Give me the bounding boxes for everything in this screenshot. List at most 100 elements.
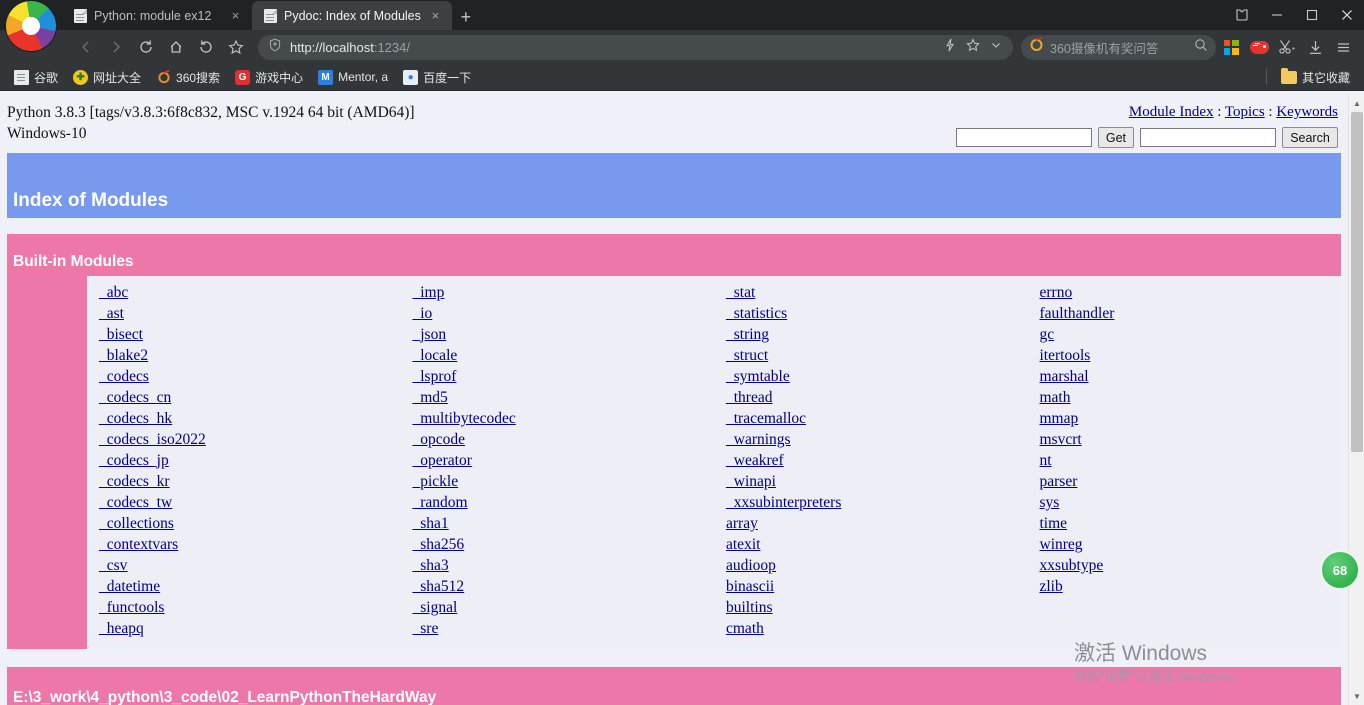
module-link[interactable]: parser [1040,471,1342,492]
new-tab-button[interactable]: + [452,4,480,30]
module-link[interactable]: _heapq [99,618,401,639]
module-link[interactable]: cmath [726,618,1028,639]
module-link[interactable]: _contextvars [99,534,401,555]
module-link[interactable]: _csv [99,555,401,576]
get-button[interactable]: Get [1097,127,1134,148]
reload-icon[interactable] [132,33,160,61]
module-link[interactable]: xxsubtype [1040,555,1342,576]
search-input[interactable]: 360摄像机有奖问答 [1021,34,1216,60]
menu-icon[interactable] [1330,34,1356,60]
bookmark-other-folder[interactable]: 其它收藏 [1275,67,1356,88]
module-link[interactable]: _imp [413,282,715,303]
bookmark-hao123[interactable]: ✚ 网址大全 [67,67,147,88]
close-icon[interactable]: × [228,8,243,23]
bookmark-mentor[interactable]: M Mentor, a [312,68,394,87]
module-link[interactable]: errno [1040,282,1342,303]
module-link[interactable]: time [1040,513,1342,534]
module-link[interactable]: _codecs_iso2022 [99,429,401,450]
module-link[interactable]: _signal [413,597,715,618]
module-link[interactable]: _struct [726,345,1028,366]
module-link[interactable]: _bisect [99,324,401,345]
search-icon[interactable] [1194,38,1208,57]
module-link[interactable]: _codecs_cn [99,387,401,408]
module-link[interactable]: _thread [726,387,1028,408]
module-link[interactable]: _codecs_jp [99,450,401,471]
search-query-input[interactable] [1140,128,1276,147]
tab-python-module-ex12[interactable]: Python: module ex12 × [62,1,252,30]
close-button[interactable] [1329,0,1364,30]
module-link[interactable]: _sha512 [413,576,715,597]
vertical-scrollbar[interactable]: ▲ ▼ [1348,95,1364,705]
module-link[interactable]: _xxsubinterpreters [726,492,1028,513]
module-link[interactable]: _collections [99,513,401,534]
module-link[interactable]: gc [1040,324,1342,345]
floating-score-badge[interactable]: 68 [1320,550,1360,590]
module-link[interactable]: _functools [99,597,401,618]
link-module-index[interactable]: Module Index [1129,104,1214,120]
forward-icon[interactable] [102,33,130,61]
module-link[interactable]: _codecs [99,366,401,387]
module-link[interactable]: _abc [99,282,401,303]
chevron-down-icon[interactable] [989,38,1003,57]
tab-pydoc-index-of-modules[interactable]: Pydoc: Index of Modules × [252,1,452,30]
lightning-icon[interactable] [943,38,957,57]
module-link[interactable]: binascii [726,576,1028,597]
module-link[interactable]: _pickle [413,471,715,492]
module-link[interactable]: _operator [413,450,715,471]
module-link[interactable]: _sha1 [413,513,715,534]
module-link[interactable]: _io [413,303,715,324]
address-bar[interactable]: http://localhost:1234/ [258,34,1013,60]
maximize-button[interactable] [1294,0,1329,30]
module-link[interactable]: _symtable [726,366,1028,387]
module-link[interactable]: nt [1040,450,1342,471]
module-link[interactable]: _sha256 [413,534,715,555]
star-icon[interactable] [222,33,250,61]
module-link[interactable]: winreg [1040,534,1342,555]
module-link[interactable]: builtins [726,597,1028,618]
module-link[interactable]: _md5 [413,387,715,408]
module-link[interactable]: _weakref [726,450,1028,471]
module-link[interactable]: math [1040,387,1342,408]
module-link[interactable]: _multibytecodec [413,408,715,429]
scroll-down-icon[interactable]: ▼ [1349,688,1364,705]
minimize-button[interactable] [1259,0,1294,30]
module-link[interactable]: _winapi [726,471,1028,492]
home-icon[interactable] [162,33,190,61]
module-link[interactable]: _stat [726,282,1028,303]
module-link[interactable]: atexit [726,534,1028,555]
module-link[interactable]: audioop [726,555,1028,576]
module-link[interactable]: _sre [413,618,715,639]
module-link[interactable]: _ast [99,303,401,324]
microsoft-squares-icon[interactable] [1218,34,1244,60]
module-link[interactable]: _blake2 [99,345,401,366]
scissors-icon[interactable] [1274,34,1300,60]
module-link[interactable]: faulthandler [1040,303,1342,324]
scroll-up-icon[interactable]: ▲ [1349,95,1364,112]
module-link[interactable]: _json [413,324,715,345]
bookmark-360-search[interactable]: 360搜索 [150,67,226,88]
module-link[interactable]: _codecs_hk [99,408,401,429]
link-keywords[interactable]: Keywords [1276,104,1338,120]
bookmark-baidu[interactable]: ● 百度一下 [397,67,477,88]
bookmark-google[interactable]: 谷歌 [8,67,64,88]
module-link[interactable]: marshal [1040,366,1342,387]
module-link[interactable]: _codecs_kr [99,471,401,492]
history-icon[interactable] [192,33,220,61]
star-icon[interactable] [966,37,980,57]
back-icon[interactable] [72,33,100,61]
bookmark-game-center[interactable]: G 游戏中心 [229,67,309,88]
module-link[interactable]: array [726,513,1028,534]
module-link[interactable]: zlib [1040,576,1342,597]
module-link[interactable]: itertools [1040,345,1342,366]
close-icon[interactable]: × [428,8,443,23]
module-link[interactable]: _lsprof [413,366,715,387]
game-center-icon[interactable] [1246,34,1272,60]
module-link[interactable]: mmap [1040,408,1342,429]
module-link[interactable]: _tracemalloc [726,408,1028,429]
module-link[interactable]: _string [726,324,1028,345]
link-topics[interactable]: Topics [1225,104,1265,120]
module-link[interactable]: _opcode [413,429,715,450]
download-icon[interactable] [1302,34,1328,60]
module-link[interactable]: _codecs_tw [99,492,401,513]
module-link[interactable]: _datetime [99,576,401,597]
